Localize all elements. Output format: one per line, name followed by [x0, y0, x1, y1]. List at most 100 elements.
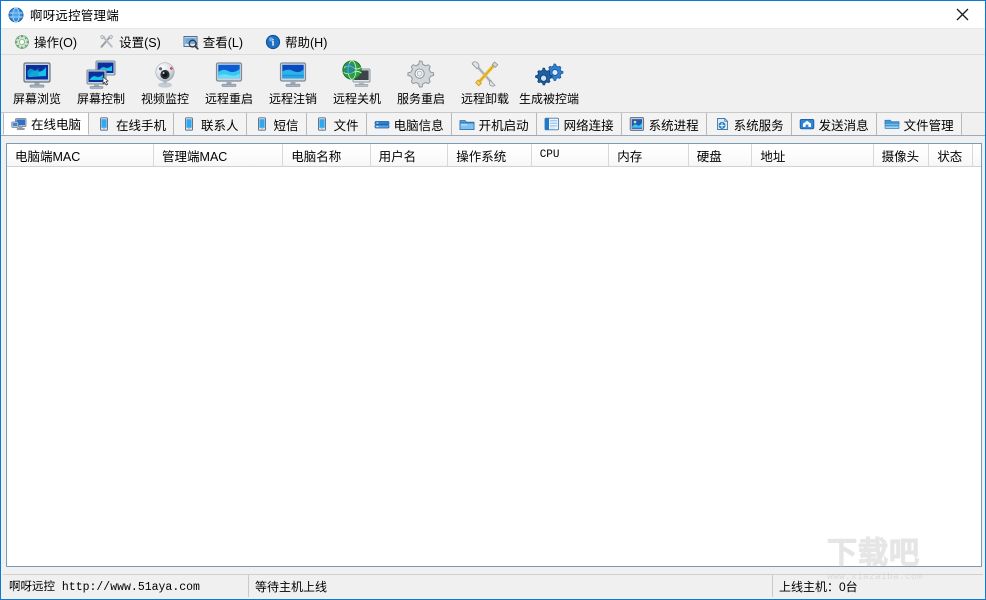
tab-label: 在线电脑 [31, 118, 82, 132]
monitor-restart-icon [213, 59, 245, 91]
message-icon [799, 116, 815, 132]
column-header-disk[interactable]: 硬盘 [688, 144, 753, 166]
menu-item-help[interactable]: i 帮助(H) [262, 31, 330, 52]
webcam-icon [149, 59, 181, 91]
column-header-client-mac[interactable]: 电脑端MAC [7, 144, 155, 166]
service-icon [714, 116, 730, 132]
column-header-username[interactable]: 用户名 [370, 144, 449, 166]
monitor-view-icon [21, 59, 53, 91]
column-header-memory[interactable]: 内存 [609, 144, 689, 166]
toolbar-label-service-restart: 服务重启 [396, 92, 445, 106]
tab-online-phones[interactable]: 在线手机 [89, 113, 175, 135]
toolbar-label-remote-restart: 远程重启 [204, 92, 253, 106]
phone-icon [96, 116, 112, 132]
tab-send-message[interactable]: 发送消息 [791, 113, 877, 135]
tab-file-management[interactable]: 文件管理 [876, 113, 962, 135]
column-header-admin-mac[interactable]: 管理端MAC [154, 144, 284, 166]
list-body-empty[interactable] [7, 167, 981, 566]
toolbar-label-remote-logoff: 远程注销 [268, 92, 317, 106]
computers-list[interactable]: 电脑端MAC 管理端MAC 电脑名称 用户名 操作系统 CPU 内存 硬盘 地址… [6, 143, 982, 567]
toolbar-label-remote-uninstall: 远程卸载 [460, 92, 509, 106]
status-message: 等待主机上线 [249, 575, 773, 597]
toolbar-label-screen-view: 屏幕浏览 [12, 92, 61, 106]
tab-network-connections[interactable]: 网络连接 [536, 113, 622, 135]
startup-icon [459, 116, 475, 132]
monitor-logoff-icon [277, 59, 309, 91]
tab-label: 文件 [333, 118, 359, 133]
tools-icon [469, 59, 501, 91]
gear-icon [405, 59, 437, 91]
tab-label: 短信 [273, 118, 299, 133]
toolbar: 屏幕浏览 屏幕控制 视频监控 远程重启 远程注销 远程关机 服务重启 远程卸载 … [1, 55, 985, 113]
close-button[interactable] [939, 1, 985, 27]
toolbar-button-video-monitor[interactable]: 视频监控 [133, 58, 197, 108]
phone-icon [314, 116, 330, 132]
toolbar-button-build-client[interactable]: 生成被控端 [517, 58, 581, 108]
tab-sms[interactable]: 短信 [246, 113, 307, 135]
toolbar-button-screen-view[interactable]: 屏幕浏览 [5, 58, 69, 108]
menu-label-operation: 操作(O) [34, 36, 78, 50]
tab-label: 文件管理 [903, 118, 954, 133]
tab-files[interactable]: 文件 [306, 113, 367, 135]
computer-icon [11, 116, 27, 132]
window-title: 啊呀远控管理端 [30, 9, 119, 23]
network-icon [544, 116, 560, 132]
settings-icon [99, 34, 115, 50]
close-icon [956, 8, 968, 20]
column-header-filler [973, 144, 981, 166]
menu-item-operation[interactable]: 操作(O) [11, 31, 80, 52]
column-header-camera[interactable]: 摄像头 [873, 144, 930, 166]
help-icon: i [265, 34, 281, 50]
column-header-status[interactable]: 状态 [929, 144, 974, 166]
menu-item-settings[interactable]: 设置(S) [96, 31, 164, 52]
menu-label-settings: 设置(S) [119, 36, 161, 50]
toolbar-button-screen-control[interactable]: 屏幕控制 [69, 58, 133, 108]
monitor-control-icon [85, 59, 117, 91]
globe-icon [8, 7, 24, 23]
gears-blue-icon [533, 59, 565, 91]
title-bar: 啊呀远控管理端 [1, 1, 985, 29]
tab-online-computers[interactable]: 在线电脑 [3, 113, 90, 135]
tab-label: 系统进程 [648, 118, 699, 133]
tab-system-processes[interactable]: 系统进程 [621, 113, 707, 135]
menu-bar: 操作(O) 设置(S) 查看(L) i 帮助(H) [1, 29, 985, 55]
tab-label: 网络连接 [563, 118, 614, 133]
info-icon [374, 116, 390, 132]
column-header-address[interactable]: 地址 [752, 144, 874, 166]
toolbar-label-video-monitor: 视频监控 [140, 92, 189, 106]
phone-icon [254, 116, 270, 132]
operation-icon [14, 34, 30, 50]
list-header-row: 电脑端MAC 管理端MAC 电脑名称 用户名 操作系统 CPU 内存 硬盘 地址… [7, 144, 981, 167]
toolbar-button-remote-logoff[interactable]: 远程注销 [261, 58, 325, 108]
toolbar-button-remote-shutdown[interactable]: 远程关机 [325, 58, 389, 108]
menu-item-view[interactable]: 查看(L) [180, 31, 246, 52]
view-icon [183, 34, 199, 50]
toolbar-label-screen-control: 屏幕控制 [76, 92, 125, 106]
toolbar-label-remote-shutdown: 远程关机 [332, 92, 381, 106]
tab-label: 系统服务 [733, 118, 784, 133]
status-bar: 啊呀远控 http://www.51aya.com 等待主机上线 上线主机：0台 [3, 574, 983, 597]
phone-icon [181, 116, 197, 132]
globe-monitor-icon [341, 59, 373, 91]
status-site-info: 啊呀远控 http://www.51aya.com [3, 575, 249, 597]
column-header-os[interactable]: 操作系统 [448, 144, 532, 166]
tab-contacts[interactable]: 联系人 [174, 113, 247, 135]
toolbar-label-build-client: 生成被控端 [518, 92, 579, 106]
column-header-cpu[interactable]: CPU [531, 144, 610, 166]
menu-label-help: 帮助(H) [285, 36, 328, 50]
tab-label: 联系人 [201, 118, 239, 133]
menu-label-view: 查看(L) [202, 36, 244, 50]
toolbar-button-service-restart[interactable]: 服务重启 [389, 58, 453, 108]
tab-system-services[interactable]: 系统服务 [706, 113, 792, 135]
column-header-computer-name[interactable]: 电脑名称 [283, 144, 371, 166]
tab-bar: 在线电脑 在线手机 联系人 短信 文件 电脑信息 开机启动 网络连接 系统进程 … [1, 113, 985, 136]
tab-computer-info[interactable]: 电脑信息 [366, 113, 452, 135]
tab-label: 在线手机 [116, 118, 167, 133]
tab-label: 开机启动 [478, 118, 529, 133]
application-window: 啊呀远控管理端 操作(O) 设置(S) 查看(L) i 帮助(H) 屏幕浏览 屏… [0, 0, 986, 600]
toolbar-button-remote-uninstall[interactable]: 远程卸载 [453, 58, 517, 108]
status-online-count: 上线主机：0台 [779, 579, 858, 594]
tab-startup[interactable]: 开机启动 [451, 113, 537, 135]
toolbar-button-remote-restart[interactable]: 远程重启 [197, 58, 261, 108]
tab-label: 发送消息 [818, 118, 869, 133]
